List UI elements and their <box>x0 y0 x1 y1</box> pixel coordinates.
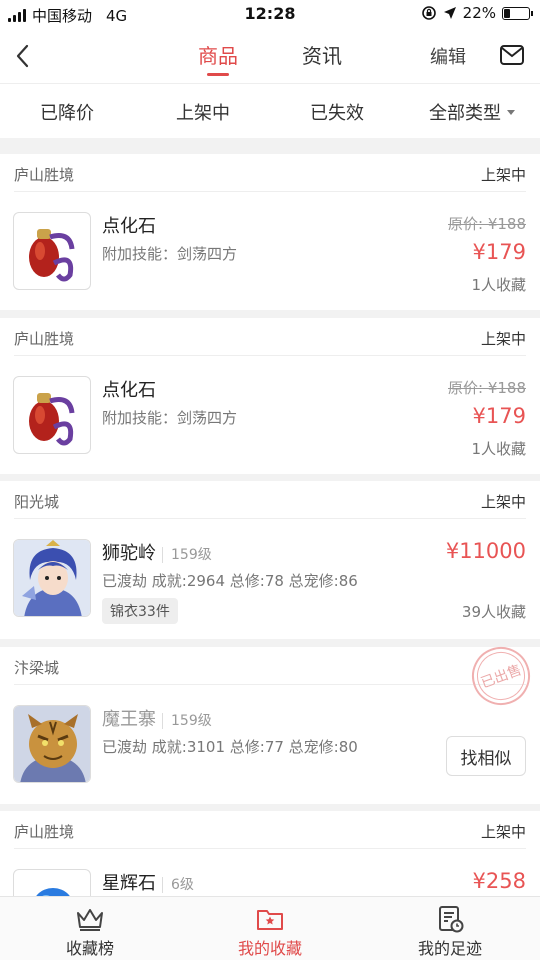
location-arrow-icon <box>443 7 456 19</box>
favorite-item-card[interactable]: 汴梁城 已出售 魔王寨 159级 已渡劫 成就:3101 总修:77 总宠修:80… <box>0 638 540 804</box>
crown-icon <box>77 909 103 931</box>
item-status: 上架中 <box>480 493 526 511</box>
favorite-item-card[interactable]: 庐山胜境 上架中 点化石 附加技能：剑荡四方 原价: ¥188 ¥179 1人收… <box>0 318 540 474</box>
gourd-icon <box>13 212 91 290</box>
item-name: 魔王寨 159级 <box>102 705 212 731</box>
original-price: 原价: ¥188 <box>448 213 526 234</box>
tab-news[interactable]: 资讯 <box>302 40 342 69</box>
item-name: 点化石 <box>102 216 156 237</box>
chevron-left-icon[interactable] <box>12 42 36 70</box>
item-location: 庐山胜境 <box>14 330 75 348</box>
item-name: 狮驼岭 159级 <box>102 539 212 565</box>
item-name: 点化石 <box>102 380 156 401</box>
battery-icon <box>502 6 533 20</box>
favorite-item-card[interactable]: 庐山胜境 上架中 星辉石 6级 ¥258 <box>0 811 540 901</box>
history-icon <box>439 906 464 933</box>
filter-bar: 已降价 上架中 已失效 全部类型 <box>0 84 540 138</box>
status-right: 22% <box>421 4 533 22</box>
edit-button[interactable]: 编辑 <box>430 43 466 69</box>
divider <box>14 684 526 685</box>
sold-stamp-text: 已出售 <box>478 662 524 692</box>
filter-price-dropped[interactable]: 已降价 <box>40 99 94 125</box>
tab-favorites-ranking[interactable]: 收藏榜 <box>0 897 180 960</box>
favorite-count: 1人收藏 <box>471 440 526 458</box>
item-subtitle: 附加技能：剑荡四方 <box>102 245 238 263</box>
item-name: 星辉石 6级 <box>102 869 194 895</box>
tab-goods-label: 商品 <box>198 44 238 68</box>
filter-all-types[interactable]: 全部类型 <box>429 99 515 125</box>
rotation-lock-icon <box>421 6 436 20</box>
original-price-text: 原价: ¥188 <box>448 379 526 397</box>
favorite-item-card[interactable]: 阳光城 上架中 狮驼岭 159级 已渡劫 成就:2964 总修:78 总宠修:86… <box>0 481 540 639</box>
tiger-avatar <box>13 705 91 783</box>
item-level: 159级 <box>162 713 212 729</box>
favorite-count: 39人收藏 <box>461 603 526 621</box>
item-level: 159级 <box>162 547 212 563</box>
status-bar: 中国移动 4G 12:28 22% <box>0 0 540 28</box>
tab-my-history[interactable]: 我的足迹 <box>360 897 540 960</box>
item-status: 上架中 <box>480 330 526 348</box>
tab-label: 收藏榜 <box>65 939 114 958</box>
tab-label: 我的足迹 <box>417 939 482 958</box>
tab-label: 我的收藏 <box>237 939 302 958</box>
screen: 中国移动 4G 12:28 22% 商品 资讯 编辑 已降价 上架中 已失效 全… <box>0 0 540 960</box>
favorites-folder-icon <box>257 910 283 930</box>
original-price: 原价: ¥188 <box>448 377 526 398</box>
bottom-tab-bar: 收藏榜 我的收藏 我的足迹 <box>0 896 540 960</box>
divider <box>14 191 526 192</box>
tab-my-favorites[interactable]: 我的收藏 <box>180 897 360 960</box>
item-price: ¥179 <box>472 404 526 428</box>
item-subtitle: 已渡劫 成就:2964 总修:78 总宠修:86 <box>102 572 358 590</box>
warrior-avatar <box>13 539 91 617</box>
item-location: 庐山胜境 <box>14 823 75 841</box>
item-status: 上架中 <box>480 166 526 184</box>
caret-down-icon <box>507 109 515 115</box>
item-price: ¥179 <box>472 240 526 264</box>
favorite-count: 1人收藏 <box>471 276 526 294</box>
item-status: 上架中 <box>480 823 526 841</box>
item-name-text: 魔王寨 <box>102 709 156 730</box>
item-price: ¥11000 <box>445 539 526 563</box>
gourd-icon <box>13 376 91 454</box>
item-name-text: 狮驼岭 <box>102 543 156 564</box>
item-tag: 锦衣33件 <box>102 598 178 624</box>
nav-bar: 商品 资讯 编辑 <box>0 28 540 84</box>
tab-active-indicator <box>207 73 229 76</box>
tab-news-label: 资讯 <box>302 44 342 68</box>
filter-expired[interactable]: 已失效 <box>310 99 364 125</box>
filter-on-sale[interactable]: 上架中 <box>176 99 230 125</box>
find-similar-button[interactable]: 找相似 <box>446 736 526 776</box>
divider <box>14 848 526 849</box>
item-price: ¥258 <box>472 869 526 893</box>
item-location: 庐山胜境 <box>14 166 75 184</box>
original-price-text: 原价: ¥188 <box>448 215 526 233</box>
filter-all-types-label: 全部类型 <box>429 103 501 124</box>
divider <box>14 518 526 519</box>
item-level: 6级 <box>162 877 194 893</box>
item-location: 汴梁城 <box>14 659 60 677</box>
item-location: 阳光城 <box>14 493 60 511</box>
tab-goods[interactable]: 商品 <box>198 40 238 76</box>
item-subtitle: 已渡劫 成就:3101 总修:77 总宠修:80 <box>102 738 358 756</box>
mail-icon[interactable] <box>499 42 525 68</box>
battery-percent: 22% <box>462 4 496 22</box>
battery-level <box>504 8 510 18</box>
item-name-text: 星辉石 <box>102 873 156 894</box>
favorite-item-card[interactable]: 庐山胜境 上架中 点化石 附加技能：剑荡四方 原价: ¥188 ¥179 1人收… <box>0 154 540 310</box>
divider <box>14 355 526 356</box>
sold-stamp: 已出售 <box>463 638 539 714</box>
item-subtitle: 附加技能：剑荡四方 <box>102 409 238 427</box>
